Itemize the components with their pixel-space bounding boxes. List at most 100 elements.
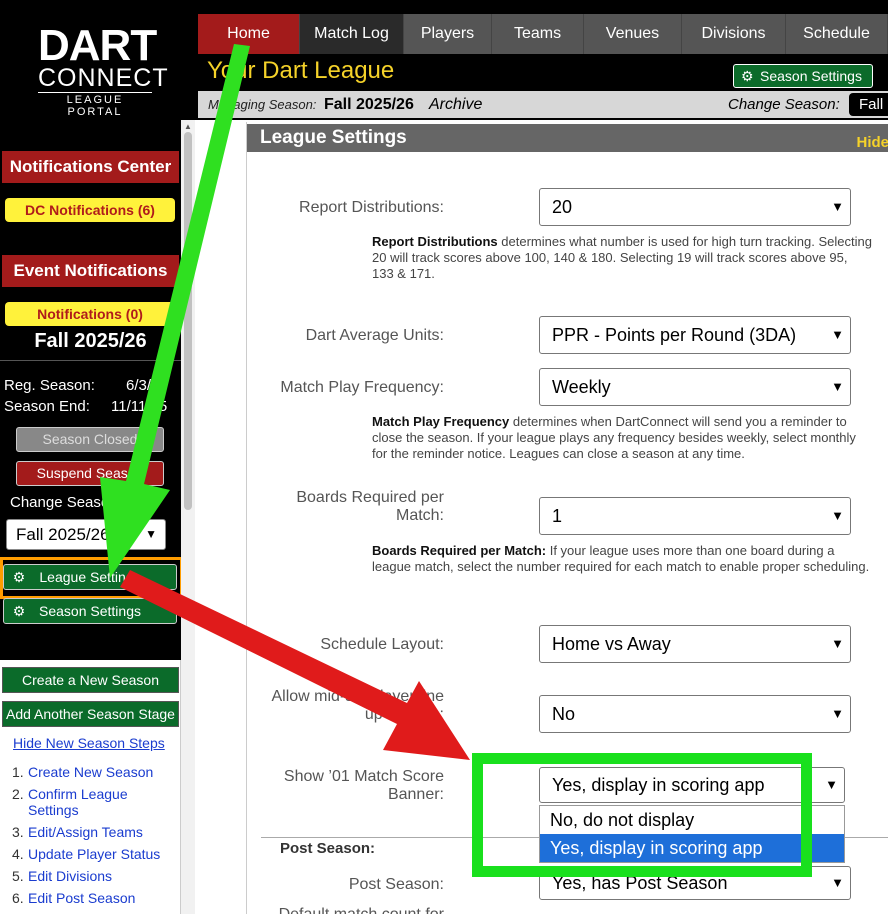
league-title: Your Dart League (207, 57, 395, 84)
step-number: 6. (12, 890, 24, 906)
reg-season-row: Reg. Season: 6/3/25 (4, 377, 168, 394)
step-number: 5. (12, 868, 24, 884)
sidebar-season-name: Fall 2025/26 (34, 330, 147, 352)
step-label: Update Player Status (28, 846, 161, 862)
step-number: 3. (12, 824, 24, 840)
dc-notifications-button[interactable]: DC Notifications (6) (5, 198, 175, 222)
step-label: Edit/Assign Teams (28, 824, 143, 840)
dropdown-highlight-frame (472, 753, 812, 877)
reg-season-value: 6/3/25 (126, 377, 168, 394)
help-bold: Boards Required per Match: (372, 543, 547, 558)
nav-tab-venues[interactable]: Venues (584, 14, 682, 54)
suspend-season-button[interactable]: Suspend Season (16, 461, 164, 486)
sidebar-change-season-label: Change Season: (10, 494, 122, 511)
chevron-down-icon: ▼ (831, 199, 844, 214)
step-item[interactable]: 2. Confirm League Settings (12, 786, 178, 818)
gear-icon: ⚙ (12, 603, 26, 619)
season-end-label: Season End: (4, 398, 90, 415)
step-label: Edit Post Season (28, 890, 136, 906)
season-end-value: 11/11/25 (111, 398, 168, 415)
hide-steps-link[interactable]: Hide New Season Steps (13, 735, 165, 751)
allow-player-label: Allow mid-set player line up change: (271, 688, 444, 723)
report-distributions-value: 20 (552, 197, 573, 217)
step-item[interactable]: 6. Edit Post Season (12, 890, 178, 906)
create-season-button[interactable]: Create a New Season (2, 667, 179, 693)
sidebar-season-settings-button[interactable]: ⚙ Season Settings (3, 598, 177, 624)
step-item[interactable]: 5. Edit Divisions (12, 868, 178, 884)
managing-season-value: Fall 2025/26 (324, 96, 414, 113)
season-bar: Managing Season: Fall 2025/26 Archive Ch… (198, 91, 888, 118)
panel-title: League Settings Hide (247, 124, 888, 152)
schedule-layout-label: Schedule Layout: (320, 636, 444, 653)
help-bold: Report Distributions (372, 234, 498, 249)
dart-average-units-select[interactable]: PPR - Points per Round (3DA) ▼ (539, 316, 851, 354)
event-notifications-heading: Event Notifications (2, 255, 179, 287)
nav-tab-home[interactable]: Home (198, 14, 300, 54)
sidebar: Notifications Center DC Notifications (6… (0, 120, 183, 660)
step-number: 2. (12, 786, 24, 802)
boards-required-select[interactable]: 1 ▼ (539, 497, 851, 535)
step-number: 4. (12, 846, 24, 862)
schedule-layout-value: Home vs Away (552, 634, 671, 654)
header-season-settings-button[interactable]: ⚙ Season Settings (733, 64, 873, 88)
chevron-down-icon: ▼ (145, 527, 157, 541)
change-season-select[interactable]: Fall (849, 93, 888, 116)
notifications-center-heading: Notifications Center (2, 151, 179, 183)
season-closed-button[interactable]: Season Closed (16, 427, 164, 452)
nav-tab-teams[interactable]: Teams (492, 14, 584, 54)
nav-tab-match-log[interactable]: Match Log (300, 14, 404, 54)
step-item[interactable]: 3. Edit/Assign Teams (12, 824, 178, 840)
step-label: Create New Season (28, 764, 154, 780)
archive-link[interactable]: Archive (429, 91, 482, 118)
league-settings-highlight (0, 557, 183, 599)
logo-line1: DART (38, 21, 157, 70)
nav-tab-players[interactable]: Players (404, 14, 492, 54)
post-season-label: Post Season: (348, 876, 444, 893)
logo-line3: LEAGUE PORTAL (38, 92, 152, 118)
step-item[interactable]: 4. Update Player Status (12, 846, 178, 862)
change-season-label: Change Season: (728, 96, 840, 113)
hide-panel-link[interactable]: Hide (856, 129, 888, 157)
chevron-down-icon: ▼ (831, 379, 844, 394)
add-season-stage-button[interactable]: Add Another Season Stage (2, 701, 179, 727)
dart-average-units-value: PPR - Points per Round (3DA) (552, 325, 797, 345)
scrollbar-thumb[interactable] (184, 132, 192, 510)
show-banner-label: Show ’01 Match Score Banner: (283, 768, 444, 803)
dartconnect-logo[interactable]: DART CONNECT LEAGUE PORTAL (38, 21, 169, 118)
sidebar-season-select[interactable]: Fall 2025/26 ▼ (6, 519, 166, 550)
scroll-up-icon[interactable]: ▲ (184, 122, 192, 131)
schedule-layout-select[interactable]: Home vs Away ▼ (539, 625, 851, 663)
step-number: 1. (12, 764, 24, 780)
allow-player-select[interactable]: No ▼ (539, 695, 851, 733)
match-play-frequency-help: Match Play Frequency determines when Dar… (372, 414, 872, 462)
match-play-frequency-value: Weekly (552, 377, 611, 397)
notifications-button[interactable]: Notifications (0) (5, 302, 175, 326)
chevron-down-icon: ▼ (831, 327, 844, 342)
sidebar-divider (0, 360, 181, 361)
step-label: Confirm League Settings (28, 786, 128, 818)
boards-required-help: Boards Required per Match: If your leagu… (372, 543, 872, 575)
step-item[interactable]: 1. Create New Season (12, 764, 178, 780)
logo-line2: CONNECT (38, 64, 169, 92)
report-distributions-help: Report Distributions determines what num… (372, 234, 872, 282)
season-steps-list: 1. Create New Season 2. Confirm League Set… (12, 764, 178, 912)
help-bold: Match Play Frequency (372, 414, 510, 429)
app-root: DART CONNECT LEAGUE PORTAL Home Match Lo… (0, 0, 888, 914)
nav-tab-divisions[interactable]: Divisions (682, 14, 786, 54)
gear-icon: ⚙ (741, 68, 754, 84)
nav-tab-schedule[interactable]: Schedule (786, 14, 888, 54)
step-label: Edit Divisions (28, 868, 113, 884)
report-distributions-select[interactable]: 20 ▼ (539, 188, 851, 226)
main-nav: Home Match Log Players Teams Venues Divi… (198, 14, 888, 54)
default-match-count-label: Default match count for (254, 906, 444, 914)
report-distributions-label: Report Distributions: (299, 199, 444, 216)
reg-season-label: Reg. Season: (4, 377, 95, 394)
sidebar-scrollbar[interactable]: ▲ (181, 120, 195, 914)
season-end-row: Season End: 11/11/25 (4, 398, 167, 415)
dart-average-units-label: Dart Average Units: (305, 327, 444, 344)
match-play-frequency-select[interactable]: Weekly ▼ (539, 368, 851, 406)
boards-required-label: Boards Required per Match: (296, 489, 444, 524)
boards-required-value: 1 (552, 506, 563, 526)
managing-season-label: Managing Season: (208, 97, 317, 112)
sidebar-lower: Create a New Season Add Another Season S… (0, 660, 181, 914)
